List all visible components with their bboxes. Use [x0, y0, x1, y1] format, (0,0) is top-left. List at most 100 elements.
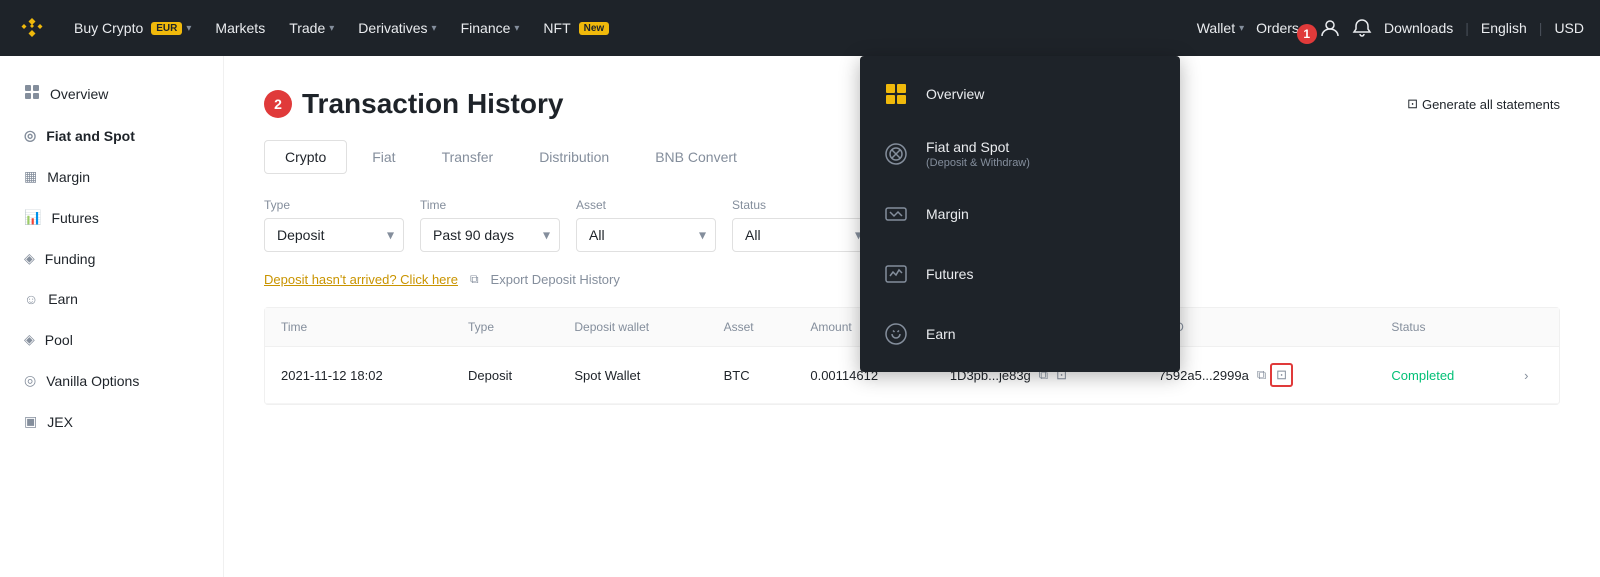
col-type: Type [452, 308, 558, 347]
sidebar-item-overview[interactable]: Overview [0, 72, 223, 115]
row-wallet: Spot Wallet [558, 347, 707, 404]
row-type: Deposit [452, 347, 558, 404]
nav-buy-crypto[interactable]: Buy Crypto EUR ▾ [64, 12, 201, 44]
type-filter: Type Deposit Withdrawal [264, 198, 404, 252]
dropdown-overview[interactable]: Overview [860, 64, 1180, 124]
dropdown-futures-title: Futures [926, 266, 973, 282]
nav-wallet[interactable]: Wallet ▾ 1 [1197, 20, 1244, 36]
earn-sidebar-icon: ☺ [24, 291, 38, 307]
time-label: Time [420, 198, 560, 212]
wallet-wrapper: Wallet ▾ 1 [1197, 20, 1244, 36]
status-select-wrapper: All Completed Pending [732, 218, 872, 252]
txid-copy-button[interactable]: ⊡ [1270, 363, 1293, 387]
row-asset: BTC [708, 347, 795, 404]
buy-crypto-chevron: ▾ [186, 23, 191, 34]
nav-language[interactable]: English [1481, 20, 1527, 36]
asset-select-wrapper: All BTC ETH [576, 218, 716, 252]
sidebar-item-jex[interactable]: ▣ JEX [0, 401, 223, 442]
dropdown-margin-title: Margin [926, 206, 969, 222]
badge-3: ⊡ [1276, 367, 1287, 383]
time-select[interactable]: Past 90 days Past 30 days Past 7 days [420, 218, 560, 252]
col-deposit-wallet: Deposit wallet [558, 308, 707, 347]
sidebar: Overview ◎ Fiat and Spot ▦ Margin 📊 Futu… [0, 56, 224, 577]
nav-trade[interactable]: Trade ▾ [279, 12, 344, 44]
overview-sidebar-icon [24, 84, 40, 103]
sidebar-item-vanilla-options[interactable]: ◎ Vanilla Options [0, 360, 223, 401]
nav-profile[interactable] [1320, 18, 1340, 38]
asset-select[interactable]: All BTC ETH [576, 218, 716, 252]
row-action[interactable]: › [1508, 347, 1559, 404]
dropdown-fiat-spot[interactable]: Fiat and Spot (Deposit & Withdraw) [860, 124, 1180, 184]
bell-icon [1352, 18, 1372, 38]
status-select[interactable]: All Completed Pending [732, 218, 872, 252]
nav-markets[interactable]: Markets [205, 12, 275, 44]
futures-sidebar-icon: 📊 [24, 209, 41, 226]
sidebar-item-funding[interactable]: ◈ Funding [0, 238, 223, 279]
wallet-badge-number: 1 [1297, 24, 1317, 44]
profile-icon [1320, 18, 1340, 38]
finance-chevron: ▾ [514, 23, 519, 34]
dropdown-futures[interactable]: Futures [860, 244, 1180, 304]
sidebar-item-futures[interactable]: 📊 Futures [0, 197, 223, 238]
wallet-dropdown: Overview Fiat and Spot (Deposit & Withdr… [860, 56, 1180, 372]
col-time: Time [265, 308, 452, 347]
trade-chevron: ▾ [329, 23, 334, 34]
pool-sidebar-icon: ◈ [24, 331, 35, 348]
dropdown-fiat-title: Fiat and Spot [926, 139, 1030, 155]
status-filter: Status All Completed Pending [732, 198, 872, 252]
dropdown-earn-title: Earn [926, 326, 956, 342]
wallet-chevron: ▾ [1239, 23, 1244, 34]
sidebar-item-earn[interactable]: ☺ Earn [0, 279, 223, 319]
dropdown-fiat-sub: (Deposit & Withdraw) [926, 157, 1030, 169]
fiat-spot-icon [880, 138, 912, 170]
asset-label: Asset [576, 198, 716, 212]
row-status: Completed [1375, 347, 1508, 404]
tab-transfer[interactable]: Transfer [421, 140, 515, 174]
eur-badge: EUR [151, 22, 182, 35]
margin-sidebar-icon: ▦ [24, 168, 37, 185]
sidebar-item-fiat-spot[interactable]: ◎ Fiat and Spot [0, 115, 223, 156]
tab-distribution[interactable]: Distribution [518, 140, 630, 174]
nav-currency[interactable]: USD [1554, 20, 1584, 36]
generate-icon: ⊡ [1407, 96, 1418, 112]
txid-copy-icon[interactable]: ⧉ [1257, 367, 1266, 383]
earn-icon [880, 318, 912, 350]
section-badge-2: 2 [264, 90, 292, 118]
funding-sidebar-icon: ◈ [24, 250, 35, 267]
type-select[interactable]: Deposit Withdrawal [264, 218, 404, 252]
nav-divider-2: | [1539, 20, 1543, 36]
export-history-link[interactable]: Export Deposit History [491, 272, 620, 287]
derivatives-chevron: ▾ [432, 23, 437, 34]
fiat-spot-sidebar-icon: ◎ [24, 127, 36, 144]
logo[interactable] [16, 12, 48, 44]
top-navigation: Buy Crypto EUR ▾ Markets Trade ▾ Derivat… [0, 0, 1600, 56]
time-select-wrapper: Past 90 days Past 30 days Past 7 days [420, 218, 560, 252]
nav-nft[interactable]: NFT New [533, 12, 619, 44]
sidebar-item-pool[interactable]: ◈ Pool [0, 319, 223, 360]
main-layout: Overview ◎ Fiat and Spot ▦ Margin 📊 Futu… [0, 56, 1600, 577]
nav-downloads[interactable]: Downloads [1384, 20, 1453, 36]
margin-icon [880, 198, 912, 230]
type-select-wrapper: Deposit Withdrawal [264, 218, 404, 252]
nav-finance[interactable]: Finance ▾ [451, 12, 530, 44]
jex-sidebar-icon: ▣ [24, 413, 37, 430]
row-arrow-icon[interactable]: › [1524, 368, 1528, 383]
dropdown-earn[interactable]: Earn [860, 304, 1180, 364]
overview-icon [880, 78, 912, 110]
generate-statements-link[interactable]: ⊡ Generate all statements [1407, 96, 1560, 112]
nav-divider-1: | [1465, 20, 1469, 36]
external-link-icon: ⧉ [470, 272, 479, 287]
tab-crypto[interactable]: Crypto [264, 140, 347, 174]
tab-bnb-convert[interactable]: BNB Convert [634, 140, 758, 174]
nav-notifications[interactable] [1352, 18, 1372, 38]
deposit-arrived-link[interactable]: Deposit hasn't arrived? Click here [264, 272, 458, 287]
nav-items: Buy Crypto EUR ▾ Markets Trade ▾ Derivat… [64, 12, 1197, 44]
status-label: Status [732, 198, 872, 212]
nav-derivatives[interactable]: Derivatives ▾ [348, 12, 446, 44]
futures-icon [880, 258, 912, 290]
dropdown-margin[interactable]: Margin [860, 184, 1180, 244]
vanilla-sidebar-icon: ◎ [24, 372, 36, 389]
page-title: Transaction History [302, 88, 563, 120]
tab-fiat[interactable]: Fiat [351, 140, 416, 174]
sidebar-item-margin[interactable]: ▦ Margin [0, 156, 223, 197]
